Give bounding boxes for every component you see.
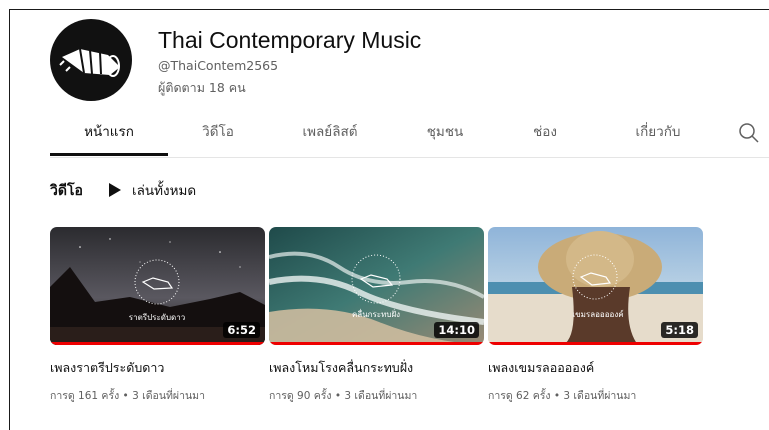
video-meta: การดู 90 ครั้ง • 3 เดือนที่ผ่านมา bbox=[269, 390, 418, 402]
video-title[interactable]: เพลงราตรีประดับดาว bbox=[50, 358, 164, 378]
video-meta: การดู 161 ครั้ง • 3 เดือนที่ผ่านมา bbox=[50, 390, 205, 402]
video-thumbnail[interactable]: เขมรลอออองค์ 5:18 bbox=[488, 227, 703, 345]
video-thumbnail[interactable]: คลื่นกระทบฝั่ง 14:10 bbox=[269, 227, 484, 345]
video-card: คลื่นกระทบฝั่ง 14:10 เพลงโหมโรงคลื่นกระท… bbox=[269, 227, 484, 402]
search-icon[interactable] bbox=[738, 122, 760, 144]
video-title[interactable]: เพลงโหมโรงคลื่นกระทบฝั่ง bbox=[269, 358, 413, 378]
channel-tabs: หน้าแรก วิดีโอ เพลย์ลิสต์ ชุมชน ช่อง เกี… bbox=[50, 115, 769, 158]
watch-progress-bar bbox=[269, 342, 484, 345]
play-all-button[interactable]: เล่นทั้งหมด bbox=[108, 178, 196, 202]
tab-community[interactable]: ชุมชน bbox=[405, 115, 485, 156]
video-duration: 6:52 bbox=[223, 322, 260, 338]
play-icon bbox=[109, 183, 121, 197]
channel-avatar[interactable] bbox=[50, 19, 132, 101]
thumbnail-overlay-text: ราตรีประดับดาว bbox=[129, 313, 185, 322]
tab-home[interactable]: หน้าแรก bbox=[50, 115, 168, 156]
video-card: ราตรีประดับดาว 6:52 เพลงราตรีประดับดาว ก… bbox=[50, 227, 265, 402]
thumbnail-overlay-text: เขมรลอออองค์ bbox=[572, 309, 623, 319]
video-thumbnail[interactable]: ราตรีประดับดาว 6:52 bbox=[50, 227, 265, 345]
video-title[interactable]: เพลงเขมรลอออองค์ bbox=[488, 358, 594, 378]
video-meta: การดู 62 ครั้ง • 3 เดือนที่ผ่านมา bbox=[488, 390, 637, 402]
tab-playlists[interactable]: เพลย์ลิสต์ bbox=[275, 115, 385, 156]
tab-channels[interactable]: ช่อง bbox=[505, 115, 585, 156]
watch-progress-bar bbox=[50, 342, 265, 345]
video-card: เขมรลอออองค์ 5:18 เพลงเขมรลอออองค์ การดู… bbox=[488, 227, 703, 402]
video-duration: 14:10 bbox=[434, 322, 479, 338]
subscriber-count: ผู้ติดตาม 18 คน bbox=[158, 80, 246, 95]
channel-name: Thai Contemporary Music bbox=[158, 27, 422, 53]
channel-handle: @ThaiContem2565 bbox=[158, 58, 279, 73]
play-all-label: เล่นทั้งหมด bbox=[132, 183, 197, 199]
video-duration: 5:18 bbox=[661, 322, 698, 338]
tab-about[interactable]: เกี่ยวกับ bbox=[603, 115, 713, 156]
boat-logo-icon bbox=[59, 48, 120, 77]
watch-progress-bar bbox=[488, 342, 703, 345]
tab-videos[interactable]: วิดีโอ bbox=[168, 115, 268, 156]
thumbnail-overlay-text: คลื่นกระทบฝั่ง bbox=[352, 308, 400, 319]
section-title: วิดีโอ bbox=[50, 183, 83, 199]
